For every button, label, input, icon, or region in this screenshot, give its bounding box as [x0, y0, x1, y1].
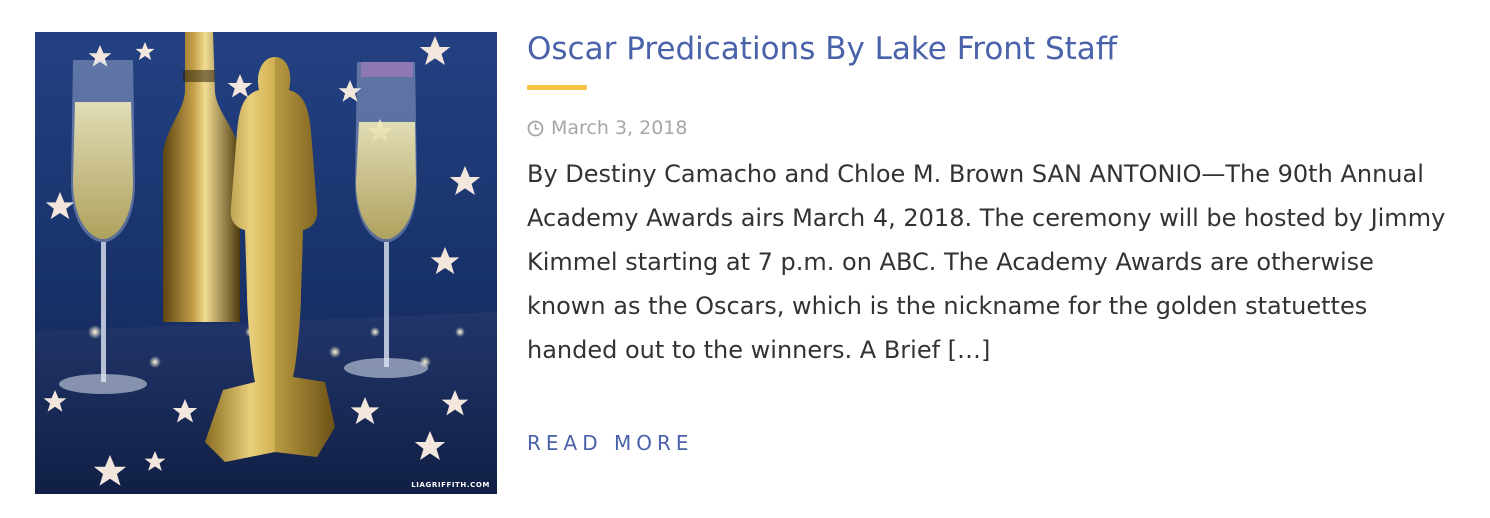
post-content: Oscar Predications By Lake Front Staff M…	[527, 28, 1447, 455]
clock-icon	[527, 120, 544, 137]
read-more-link[interactable]: READ MORE	[527, 431, 694, 455]
image-watermark: LIAGRIFFITH.COM	[411, 481, 490, 489]
blog-post-card: LIAGRIFFITH.COM Oscar Predications By La…	[0, 0, 1490, 518]
post-date: March 3, 2018	[551, 117, 688, 139]
post-title-link[interactable]: Oscar Predications By Lake Front Staff	[527, 28, 1447, 70]
post-meta: March 3, 2018	[527, 117, 1447, 139]
title-divider	[527, 85, 587, 90]
post-excerpt: By Destiny Camacho and Chloe M. Brown SA…	[527, 160, 1446, 364]
post-thumbnail-image: LIAGRIFFITH.COM	[35, 32, 497, 494]
post-thumbnail-link[interactable]: LIAGRIFFITH.COM	[35, 32, 497, 494]
